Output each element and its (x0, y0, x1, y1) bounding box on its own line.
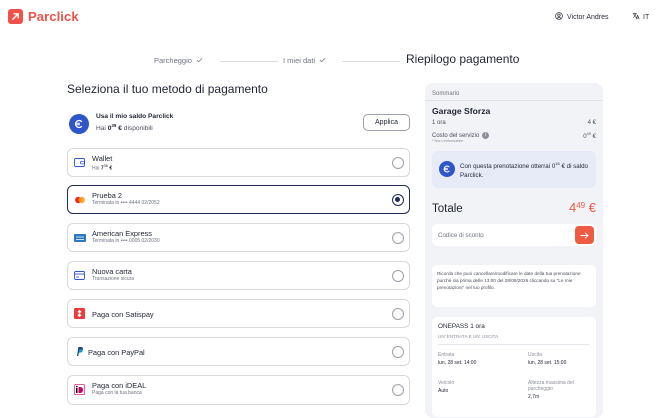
radio-wallet[interactable] (392, 157, 404, 169)
pass-subtitle: UN' ENTRATA E UN' USCITA (438, 334, 499, 339)
apply-balance-button[interactable]: Applica (363, 114, 410, 131)
step-label: Parcheggio (154, 56, 192, 65)
booking-pass-card: ONEPASS 1 ora UN' ENTRATA E UN' USCITA E… (432, 317, 596, 417)
checkout-steps: Parcheggio I miei dati Riepilogo pagamen… (150, 52, 530, 68)
method-title: Paga con Satispay (92, 310, 154, 319)
step-label: I miei dati (283, 56, 316, 65)
apply-discount-button[interactable] (575, 226, 594, 244)
step-my-data[interactable]: I miei dati (283, 56, 326, 65)
payment-method-satispay[interactable]: Paga con Satispay (67, 299, 410, 328)
check-icon (319, 56, 326, 65)
brand-name: Parclick (28, 9, 79, 24)
reward-text: Con questa prenotazione otterrai 016 € d… (460, 161, 588, 180)
credit-card-icon (73, 270, 86, 281)
order-summary-panel: Sommario Garage Sforza 1 ora 4 € Costo d… (425, 83, 603, 418)
top-bar: Parclick Victor Andres IT (0, 0, 670, 34)
parclick-balance-icon (69, 114, 89, 134)
balance-available: Hai 039 € disponibili (96, 123, 153, 133)
summary-divider (425, 100, 603, 101)
paypal-icon (73, 346, 86, 357)
summary-header: Sommario (432, 91, 460, 97)
method-title: Prueba 2 (92, 191, 122, 200)
method-subtitle: Paga con la tua banca (92, 390, 142, 396)
language-code: IT (643, 13, 650, 21)
method-title: Paga con PayPal (88, 348, 145, 357)
balance-title: Usa il mio saldo Parclick (96, 113, 174, 120)
method-subtitle: Hai 736 € (92, 164, 113, 172)
discount-code-field (432, 224, 596, 246)
non-refundable-note: * Non rimborsabile (432, 139, 464, 143)
radio-american-express[interactable] (392, 232, 404, 244)
method-title: American Express (92, 229, 152, 238)
pass-exit: Uscita lun, 28 set. 15:00 (528, 352, 567, 366)
pass-max-height: Altezza massima del parcheggio 2,7m (528, 380, 574, 400)
row-label: Costo del servizio i (432, 131, 490, 139)
garage-name: Garage Sforza (432, 106, 491, 116)
parclick-logo-icon (8, 9, 23, 24)
radio-prueba-2[interactable] (392, 194, 404, 206)
info-icon[interactable]: i (482, 131, 490, 139)
wallet-icon (73, 157, 86, 168)
total-label: Totale (432, 203, 463, 215)
pass-title: ONEPASS 1 ora (438, 323, 485, 330)
method-title: Nuova carta (92, 267, 132, 276)
radio-paypal[interactable] (392, 346, 404, 358)
row-label: 1 ora (432, 120, 446, 126)
pass-vehicle: Veicolo Auto (438, 380, 455, 394)
check-icon (196, 56, 203, 65)
payment-method-american-express[interactable]: American Express Terminata in •••• 0005 … (67, 223, 410, 252)
step-divider (220, 61, 278, 62)
total-amount: 449 € (569, 200, 596, 215)
method-subtitle: Transazione sicura (92, 276, 135, 282)
pass-entry: Entrata lun, 28 set. 14:00 (438, 352, 477, 366)
pass-divider (438, 344, 590, 345)
user-menu[interactable]: Victor Andres (555, 12, 609, 22)
radio-satispay[interactable] (392, 308, 404, 320)
user-icon (555, 12, 563, 22)
payment-method-ideal[interactable]: Paga con iDEAL Paga con la tua banca (67, 375, 410, 405)
method-title: Wallet (92, 154, 113, 163)
policy-text: Ricorda che puoi cancellare/modificare l… (437, 271, 581, 290)
section-title: Seleziona il tuo metodo di pagamento (67, 82, 268, 96)
step-divider (342, 61, 400, 62)
cancellation-policy: Ricorda che puoi cancellare/modificare l… (432, 265, 596, 307)
payment-method-wallet[interactable]: Wallet Hai 736 € (67, 148, 410, 177)
parclick-logo[interactable]: Parclick (8, 9, 79, 24)
summary-row-duration: 1 ora 4 € (432, 120, 596, 126)
arrow-right-icon (580, 231, 589, 239)
payment-method-prueba-2[interactable]: Prueba 2 Terminata in •••• 4444 02/2052 (67, 185, 410, 214)
step-parking[interactable]: Parcheggio (154, 56, 203, 65)
payment-method-paypal[interactable]: Paga con PayPal (67, 337, 410, 366)
balance-reward-banner: Con questa prenotazione otterrai 016 € d… (432, 151, 596, 188)
payment-method-new-card[interactable]: Nuova carta Transazione sicura (67, 261, 410, 290)
language-selector[interactable]: IT (632, 12, 649, 22)
radio-ideal[interactable] (392, 384, 404, 396)
ideal-icon (73, 384, 86, 395)
row-value: 049 € (583, 131, 596, 140)
globe-icon (632, 12, 640, 22)
method-subtitle: Terminata in •••• 0005 02/2030 (92, 238, 160, 244)
row-value: 4 € (587, 120, 596, 126)
user-name: Victor Andres (567, 13, 609, 21)
step-payment-summary: Riepilogo pagamento (406, 52, 520, 66)
satispay-icon (73, 308, 86, 319)
parclick-balance-icon (439, 161, 455, 177)
amex-icon (73, 232, 86, 243)
radio-new-card[interactable] (392, 270, 404, 282)
discount-code-input[interactable] (438, 229, 568, 241)
method-title: Paga con iDEAL (92, 381, 147, 390)
parclick-balance: Usa il mio saldo Parclick Hai 039 € disp… (67, 108, 410, 140)
mastercard-icon (73, 194, 86, 205)
method-subtitle: Terminata in •••• 4444 02/2052 (92, 200, 160, 206)
